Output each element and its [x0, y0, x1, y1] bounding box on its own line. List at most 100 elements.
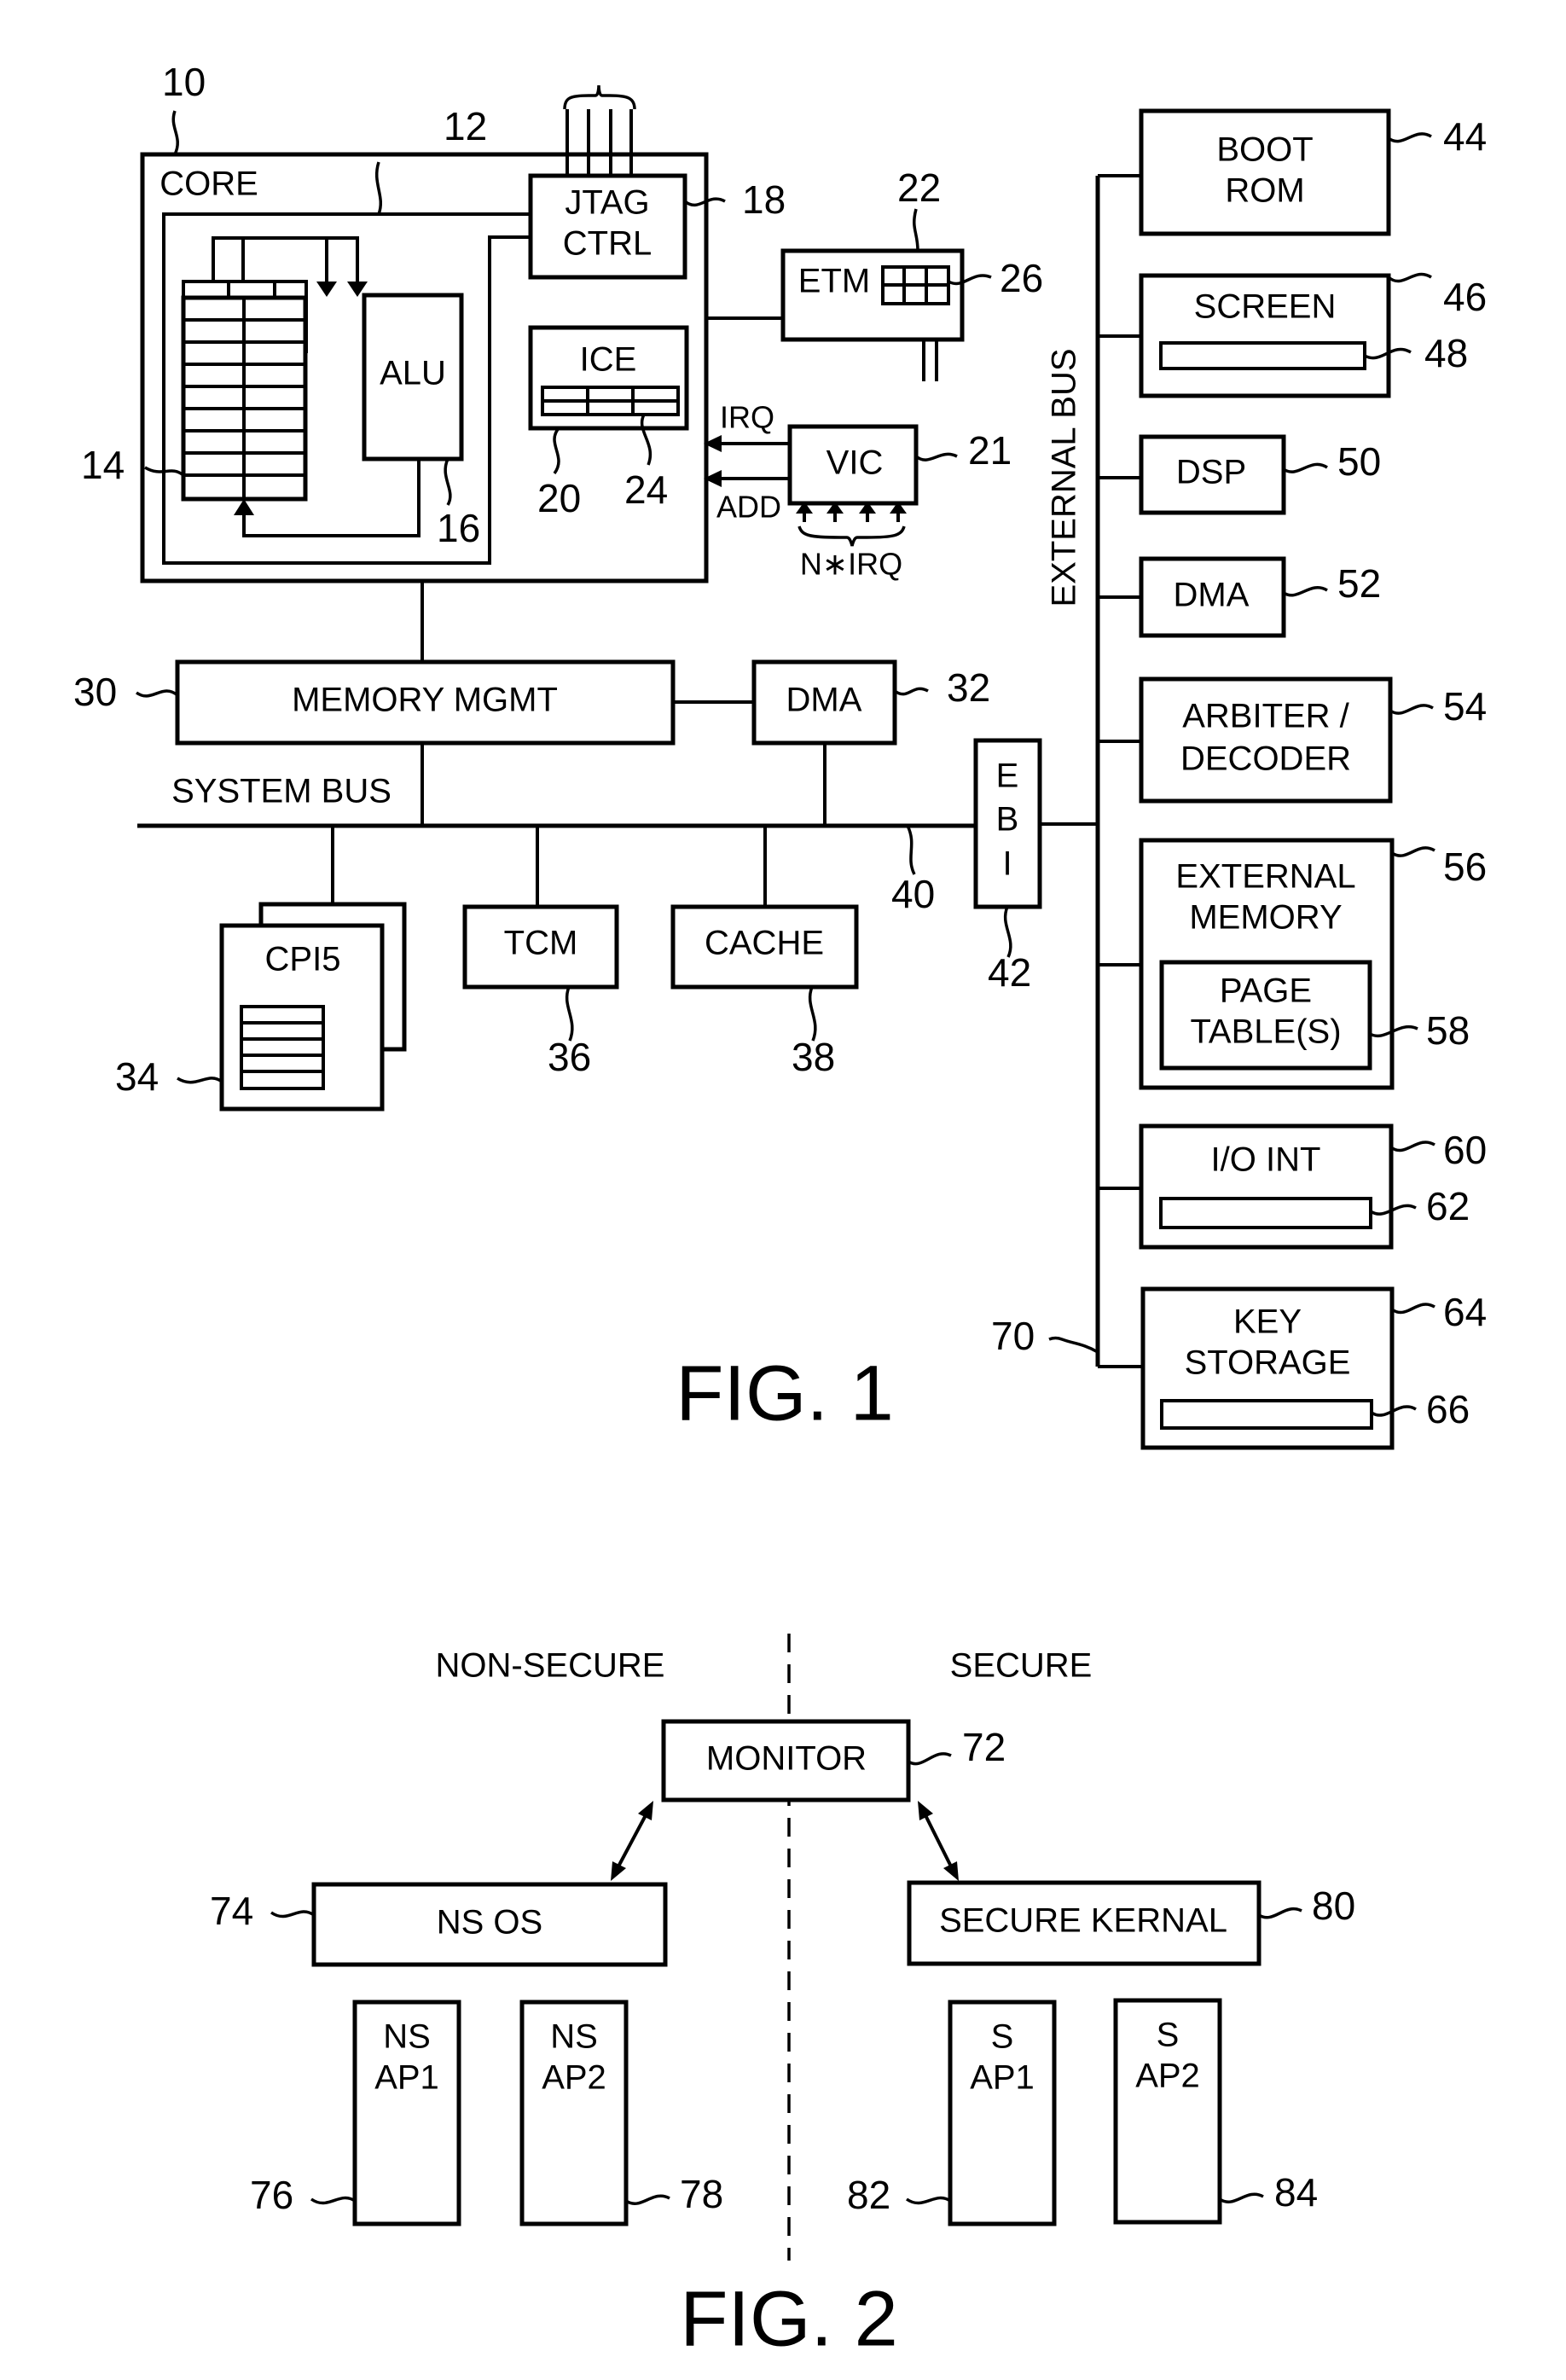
ref-32: 32 [947, 665, 990, 710]
s-ap1-leader [905, 2196, 951, 2205]
secure-label: SECURE [950, 1647, 1093, 1685]
s-ap2-label-line2: AP2 [1135, 2058, 1200, 2095]
ext-dma-leader [1283, 586, 1328, 597]
external-bus-leader [1048, 1336, 1099, 1354]
screen-block: SCREEN 46 48 [1098, 272, 1487, 398]
page-table-label-line2: TABLE(S) [1190, 1013, 1341, 1051]
jtag-block: JTAG CTRL 18 [528, 84, 786, 280]
ref-66: 66 [1426, 1387, 1470, 1431]
ns-os-leader [270, 1910, 316, 1919]
key-storage-block: KEY STORAGE 64 66 [1098, 1286, 1487, 1450]
ebi-letter-b: B [996, 801, 1019, 839]
figure-2: NON-SECURE SECURE MONITOR 72 NS OS 74 SE… [210, 1634, 1355, 2362]
ref-70: 70 [991, 1314, 1035, 1358]
ref-46: 46 [1443, 275, 1487, 319]
non-secure-label: NON-SECURE [436, 1647, 665, 1685]
ns-os-label: NS OS [437, 1904, 542, 1942]
memory-mgmt-leader [135, 689, 179, 698]
ref-34: 34 [115, 1054, 159, 1099]
monitor-leader [908, 1752, 952, 1766]
external-memory-label-line1: EXTERNAL [1175, 858, 1355, 896]
s-ap2-leader [1219, 2192, 1264, 2203]
ref-52: 52 [1337, 561, 1381, 606]
ns-ap2-leader [625, 2194, 670, 2205]
figure-2-caption: FIG. 2 [680, 2275, 898, 2362]
vic-label: VIC [826, 444, 884, 482]
ref-22: 22 [897, 165, 941, 210]
core-label: CORE [160, 165, 258, 203]
s-ap2-label-line1: S [1157, 2017, 1180, 2054]
ns-ap2-label-line2: AP2 [542, 2059, 606, 2097]
ns-os-block: NS OS 74 [210, 1882, 668, 1967]
core-leader [171, 110, 179, 155]
ref-12: 12 [444, 104, 487, 148]
ref-82: 82 [847, 2173, 890, 2217]
ref-60: 60 [1443, 1128, 1487, 1172]
ref-64: 64 [1443, 1290, 1487, 1334]
n-irq-label: N∗IRQ [800, 547, 902, 582]
arbiter-label-line2: DECODER [1180, 740, 1351, 778]
cp15-label: CPI5 [265, 941, 341, 978]
boot-rom-block: BOOT ROM 44 [1098, 108, 1487, 236]
figure-1: CORE 10 12 14 ALU 16 JTAG CTRL 18 ICE 20… [73, 60, 1487, 1450]
monitor-ns-arrow [611, 1801, 653, 1881]
etm-leader [913, 208, 919, 252]
key-storage-leader [1390, 1303, 1436, 1315]
key-storage-label-line2: STORAGE [1185, 1344, 1351, 1382]
system-bus-label: SYSTEM BUS [171, 773, 392, 810]
figure-1-caption: FIG. 1 [676, 1350, 894, 1437]
jtag-brace [563, 84, 636, 110]
ref-24: 24 [624, 467, 668, 512]
ref-76: 76 [250, 2173, 293, 2217]
internal-dma-label: DMA [786, 682, 862, 719]
ref-48: 48 [1424, 331, 1468, 375]
monitor-block: MONITOR 72 [661, 1719, 1006, 1802]
io-int-leader [1389, 1141, 1436, 1152]
ref-36: 36 [548, 1035, 591, 1079]
screen-leader [1387, 272, 1432, 283]
arbiter-label-line1: ARBITER / [1182, 698, 1349, 735]
ns-ap1-label-line1: NS [383, 2018, 431, 2056]
ref-21: 21 [968, 428, 1012, 473]
alu-label: ALU [380, 355, 446, 392]
dsp-label: DSP [1176, 454, 1246, 491]
external-bus-label: EXTERNAL BUS [1046, 348, 1083, 607]
system-bus: SYSTEM BUS 40 [137, 743, 976, 916]
dsp-block: DSP 50 [1098, 434, 1381, 515]
external-memory-block: EXTERNAL MEMORY PAGE TABLE(S) 56 58 [1098, 838, 1487, 1090]
secure-kernel-label: SECURE KERNAL [939, 1902, 1227, 1940]
ebi-letter-i: I [1002, 845, 1012, 883]
ns-ap1-block: NS AP1 76 [250, 2000, 461, 2226]
vic-leader [914, 452, 958, 461]
secure-kernel-leader [1258, 1907, 1302, 1919]
tcm-label: TCM [504, 925, 578, 962]
boot-rom-label-line1: BOOT [1216, 131, 1313, 169]
ref-58: 58 [1426, 1008, 1470, 1053]
external-memory-leader [1391, 846, 1436, 857]
s-ap1-label-line2: AP1 [970, 2059, 1035, 2097]
system-bus-leader [906, 825, 916, 875]
monitor-label: MONITOR [706, 1740, 867, 1778]
io-int-label: I/O INT [1211, 1141, 1321, 1179]
ref-54: 54 [1443, 684, 1487, 729]
tcm-leader [565, 986, 574, 1042]
internal-dma-leader [893, 687, 929, 696]
ref-20: 20 [537, 476, 581, 520]
ext-dma-block: DMA 52 [1098, 556, 1381, 638]
io-int-block: I/O INT 60 62 [1098, 1123, 1487, 1250]
ns-ap1-leader [310, 2196, 356, 2205]
secure-kernel-block: SECURE KERNAL 80 [907, 1880, 1355, 1966]
boot-rom-leader [1387, 132, 1432, 143]
ref-26: 26 [1000, 256, 1043, 300]
ref-72: 72 [962, 1725, 1006, 1769]
cp15-leader [177, 1077, 223, 1084]
ref-42: 42 [988, 950, 1031, 995]
ref-80: 80 [1312, 1884, 1355, 1928]
ext-dma-label: DMA [1174, 577, 1250, 614]
ref-38: 38 [792, 1035, 835, 1079]
ref-16: 16 [437, 506, 480, 550]
ice-label: ICE [580, 341, 637, 379]
page-table-label-line1: PAGE [1220, 972, 1312, 1010]
ref-84: 84 [1274, 2170, 1318, 2215]
add-label: ADD [716, 490, 781, 525]
